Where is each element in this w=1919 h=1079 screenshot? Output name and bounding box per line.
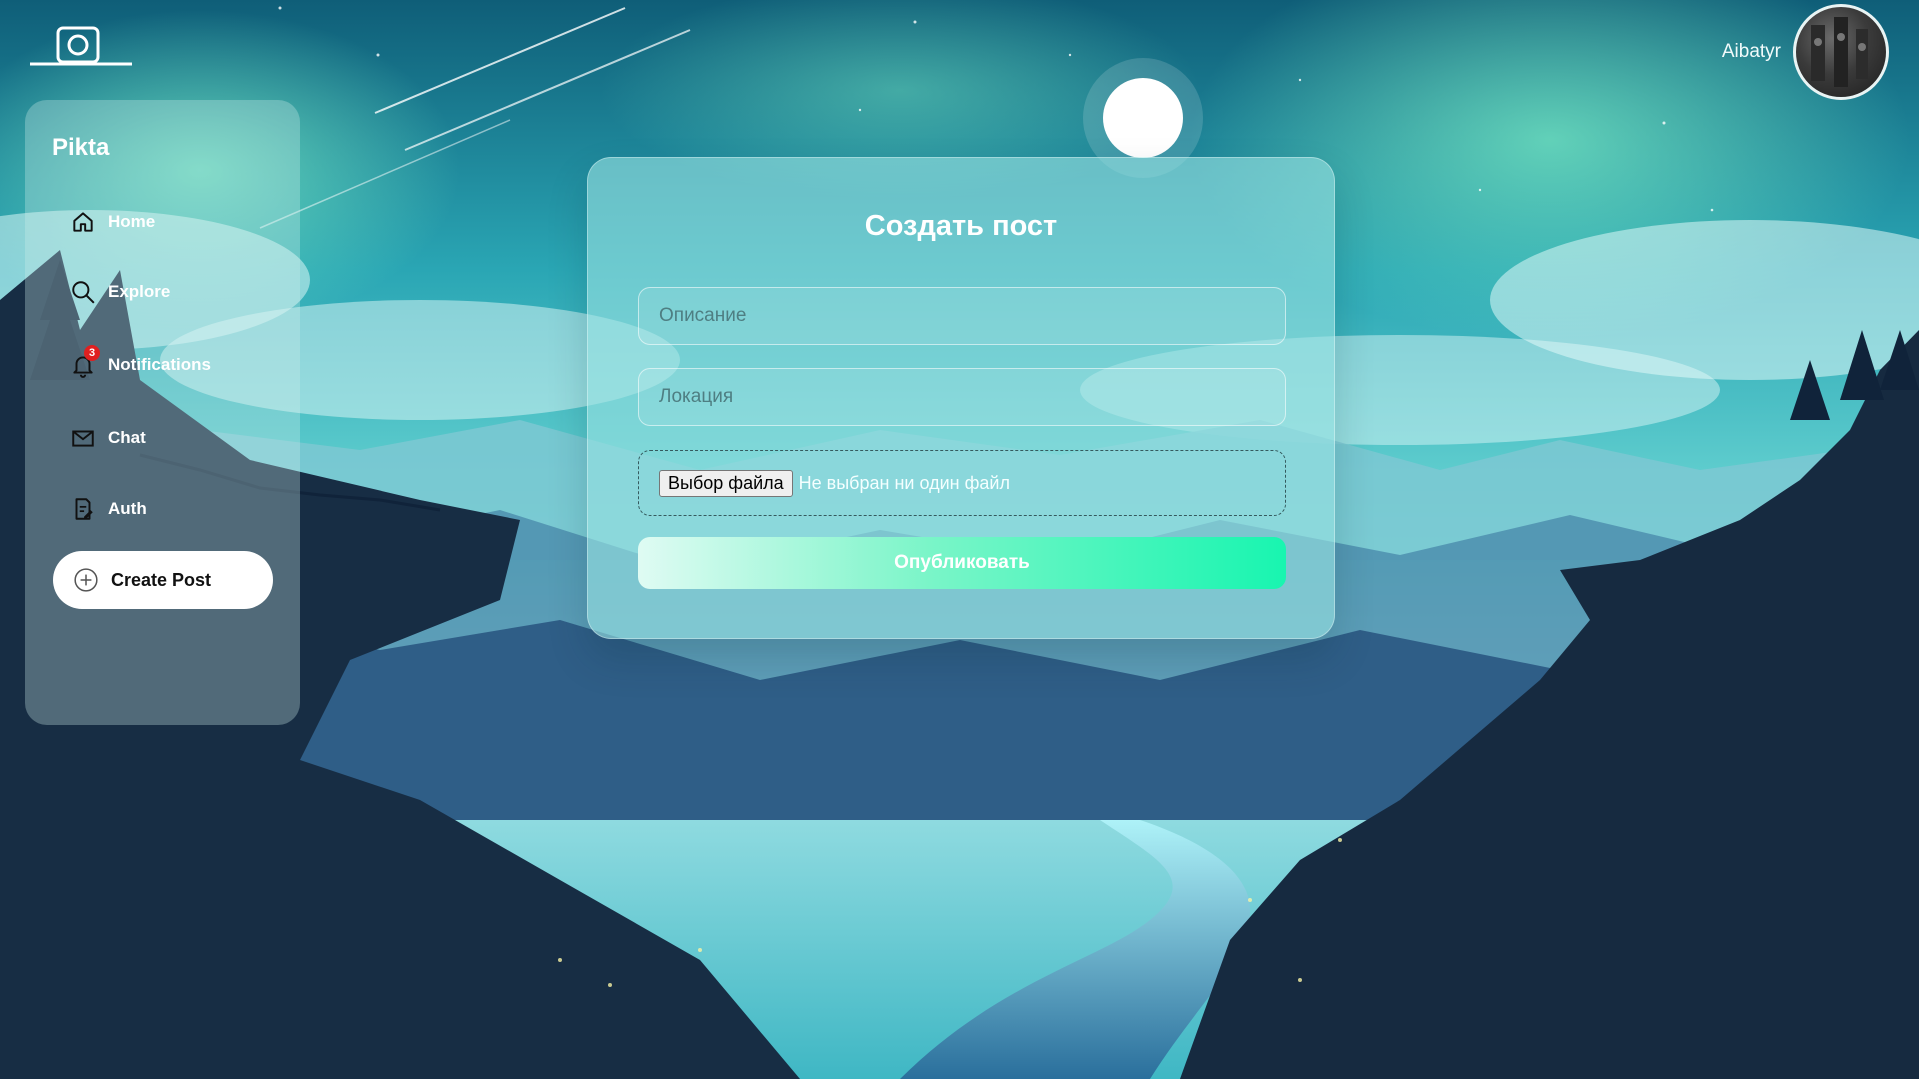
notification-badge: 3 xyxy=(84,345,100,361)
brand-name: Pikta xyxy=(52,134,110,161)
sidebar: Pikta Home Explore 3 Notifications Chat … xyxy=(25,100,300,725)
file-status: Не выбран ни один файл xyxy=(798,472,1010,493)
sidebar-item-label: Notifications xyxy=(108,355,211,374)
sidebar-item-chat[interactable]: Chat xyxy=(70,425,146,451)
plus-circle-icon xyxy=(74,568,98,592)
sidebar-item-notifications[interactable]: 3 Notifications xyxy=(70,345,211,378)
sidebar-item-label: Explore xyxy=(108,282,171,301)
create-post-label: Create Post xyxy=(111,569,212,590)
sidebar-item-home[interactable]: Home xyxy=(70,209,155,235)
file-upload-zone[interactable]: Выбор файла Не выбран ни один файл xyxy=(638,450,1286,516)
publish-button[interactable]: Опубликовать xyxy=(638,537,1286,589)
mail-icon xyxy=(72,430,94,447)
home-icon xyxy=(73,212,93,232)
sidebar-item-label: Home xyxy=(108,212,156,231)
user-name: Aibatyr xyxy=(1721,41,1781,62)
location-input[interactable] xyxy=(638,368,1286,426)
form-title: Создать пост xyxy=(864,210,1058,242)
create-post-form: Создать пост Выбор файла Не выбран ни од… xyxy=(587,157,1335,639)
sidebar-item-auth[interactable]: Auth xyxy=(70,496,147,522)
sidebar-item-label: Auth xyxy=(108,499,147,518)
document-edit-icon xyxy=(75,498,93,520)
description-input[interactable] xyxy=(638,287,1286,345)
sidebar-item-explore[interactable]: Explore xyxy=(70,279,170,305)
avatar[interactable] xyxy=(1793,4,1889,100)
sidebar-item-label: Chat xyxy=(108,428,146,447)
search-icon xyxy=(72,281,95,304)
choose-file-button[interactable]: Выбор файла xyxy=(659,469,793,497)
user-menu[interactable]: Aibatyr xyxy=(1722,2,1889,102)
create-post-button[interactable]: Create Post xyxy=(53,551,273,609)
camera-logo-icon[interactable] xyxy=(30,26,132,70)
